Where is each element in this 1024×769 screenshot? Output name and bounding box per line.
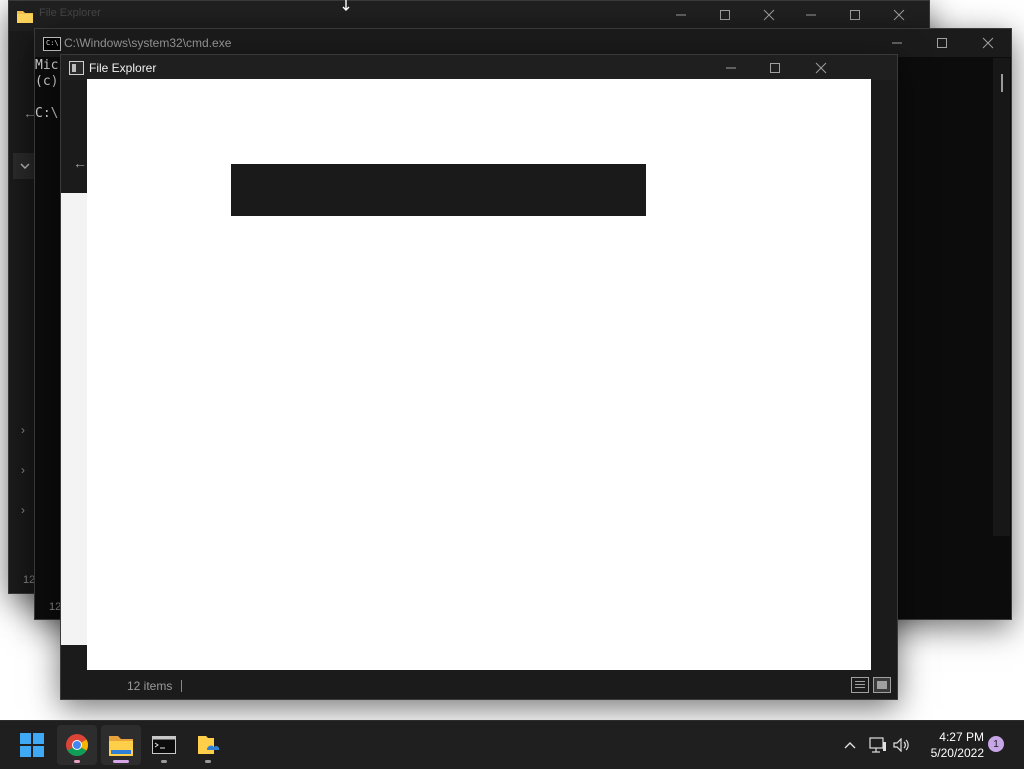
folder-icon (17, 9, 33, 23)
windows-start-icon (20, 733, 44, 757)
explorer-running-indicator (113, 760, 129, 763)
onedrive-folder-icon (198, 736, 220, 754)
status-divider (181, 680, 182, 692)
back-arrow-icon[interactable]: ← (73, 155, 87, 171)
maximize-button[interactable] (703, 1, 747, 29)
clock[interactable]: 4:27 PM 5/20/2022 (918, 729, 984, 761)
maximize-button[interactable] (833, 1, 877, 29)
window-app-icon (69, 61, 84, 75)
chrome-icon (66, 734, 88, 756)
front-explorer-title: File Explorer (89, 61, 157, 75)
chevron-right-icon[interactable]: › (21, 423, 25, 437)
back-explorer-title: File Explorer (39, 7, 101, 19)
start-button[interactable] (12, 725, 52, 765)
close-button[interactable] (966, 29, 1010, 57)
minimize-button[interactable] (789, 1, 833, 29)
maximize-button[interactable] (920, 29, 964, 57)
back-explorer-titlebar[interactable]: File Explorer (9, 1, 929, 31)
status-bar: 12 items (113, 671, 897, 699)
close-button[interactable] (799, 55, 843, 80)
taskbar-onedrive-folder[interactable] (188, 725, 228, 765)
cmd-line: C:\ (35, 106, 59, 121)
folder-icon (109, 736, 133, 756)
minimize-button[interactable] (659, 1, 703, 29)
content-pane[interactable] (87, 79, 871, 670)
cmd-output[interactable]: Mic (c) C:\ (35, 58, 58, 122)
cmd-line: (c) (35, 74, 59, 89)
notification-count: 1 (993, 738, 999, 750)
scrollbar[interactable] (993, 58, 1010, 536)
navigation-pane[interactable] (61, 193, 87, 645)
front-explorer-window[interactable]: File Explorer ← 12 items (60, 54, 898, 700)
cmd-running-indicator (161, 760, 167, 763)
close-button[interactable] (877, 1, 921, 29)
clock-date: 5/20/2022 (930, 746, 984, 760)
cmd-titlebar[interactable]: C:\ C:\Windows\system32\cmd.exe (35, 29, 1011, 57)
show-hidden-icons-button[interactable] (840, 735, 860, 755)
cmd-line: Mic (35, 58, 59, 73)
tiles-view-icon[interactable] (873, 677, 891, 693)
minimize-button[interactable] (709, 55, 753, 80)
front-explorer-titlebar[interactable]: File Explorer (61, 55, 897, 80)
onedrive-running-indicator (205, 760, 211, 763)
details-view-icon[interactable] (851, 677, 869, 693)
chevron-right-icon[interactable]: › (21, 503, 25, 517)
taskbar: 4:27 PM 5/20/2022 1 (0, 720, 1024, 769)
cmd-icon: C:\ (43, 37, 61, 51)
status-item-count: 12 items (127, 679, 173, 693)
resize-cursor-icon (341, 0, 351, 12)
minimize-button[interactable] (875, 29, 919, 57)
taskbar-file-explorer[interactable] (101, 725, 141, 765)
clock-time: 4:27 PM (939, 730, 984, 744)
chrome-running-indicator (74, 760, 80, 763)
scrollbar-thumb[interactable] (1001, 74, 1003, 92)
taskbar-chrome[interactable] (57, 725, 97, 765)
cmd-title: C:\Windows\system32\cmd.exe (64, 36, 232, 50)
volume-icon[interactable] (892, 735, 912, 755)
notification-badge[interactable]: 1 (988, 736, 1004, 752)
taskbar-cmd[interactable] (144, 725, 184, 765)
chevron-right-icon[interactable]: › (21, 463, 25, 477)
network-icon[interactable] (868, 735, 888, 755)
close-button[interactable] (747, 1, 791, 29)
cmd-icon (152, 736, 176, 754)
maximize-button[interactable] (753, 55, 797, 80)
black-redaction-block (231, 164, 646, 216)
